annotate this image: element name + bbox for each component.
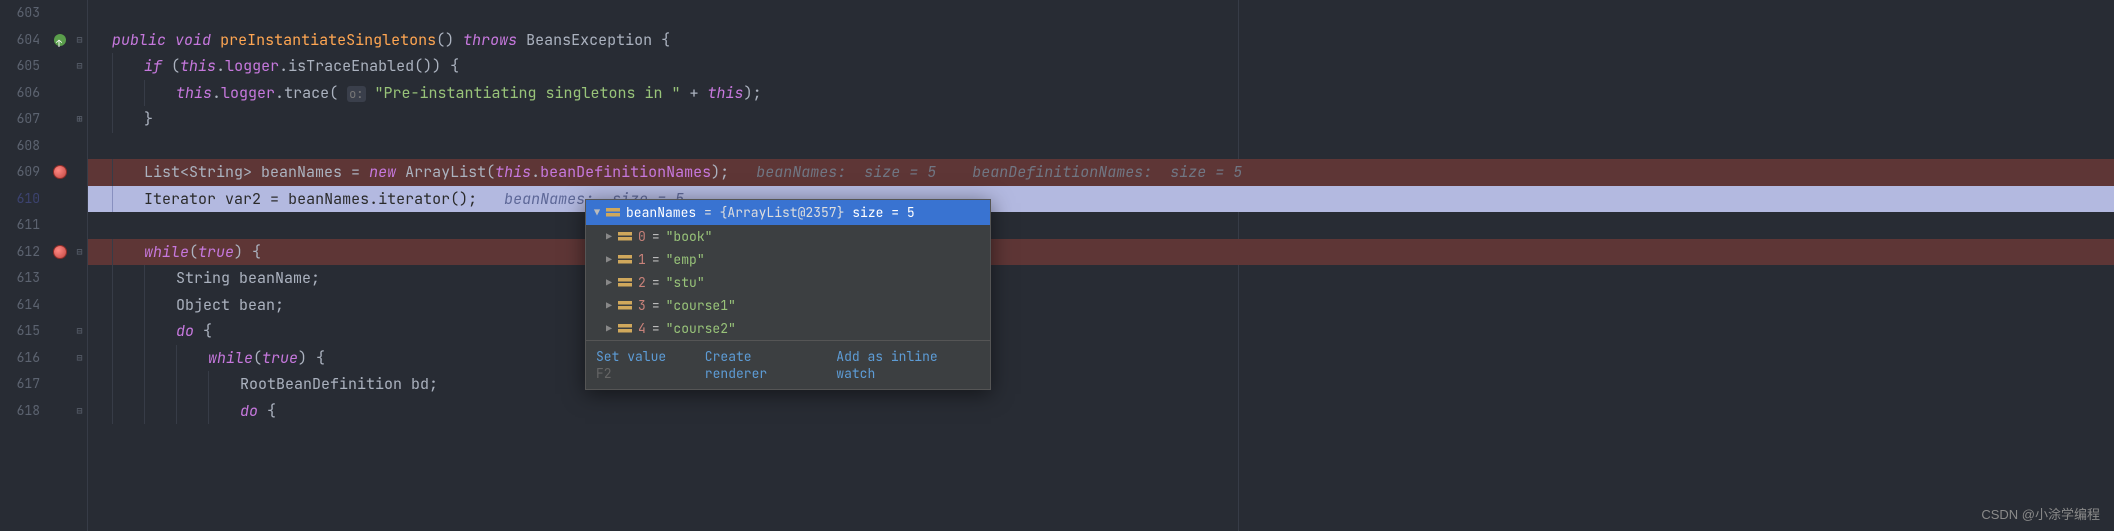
line-number[interactable]: 612	[0, 239, 40, 266]
chevron-right-icon[interactable]: ▶	[606, 253, 612, 266]
line-number[interactable]: 610	[0, 186, 40, 213]
line-number[interactable]: 605	[0, 53, 40, 80]
breakpoint-icon[interactable]	[53, 165, 67, 179]
variable-icon	[618, 232, 632, 242]
fold-collapse-icon[interactable]: ⊟	[76, 239, 82, 266]
code-line[interactable]	[88, 133, 2114, 160]
set-value-action[interactable]: Set value F2	[596, 348, 687, 382]
fold-collapse-icon[interactable]: ⊟	[76, 53, 82, 80]
line-numbers: 603 604 605 606 607 608 609 610 611 612 …	[0, 0, 48, 531]
line-number[interactable]: 616	[0, 345, 40, 372]
breakpoint-icon[interactable]	[53, 245, 67, 259]
add-inline-watch-action[interactable]: Add as inline watch	[836, 348, 980, 382]
variable-icon	[618, 278, 632, 288]
code-editor: 603 604 605 606 607 608 609 610 611 612 …	[0, 0, 2114, 531]
gutter-icons	[48, 0, 72, 531]
line-number[interactable]: 617	[0, 371, 40, 398]
inlay-hint: beanDefinitionNames: size = 5	[972, 162, 1242, 182]
code-line[interactable]: do {	[88, 398, 2114, 425]
fold-expand-icon[interactable]: ⊞	[76, 106, 82, 133]
fold-collapse-icon[interactable]: ⊟	[76, 345, 82, 372]
chevron-down-icon[interactable]: ▼	[594, 206, 600, 219]
variable-icon	[606, 208, 620, 218]
code-line-current[interactable]: Iterator var2 = beanNames.iterator(); be…	[88, 186, 2114, 213]
line-number[interactable]: 611	[0, 212, 40, 239]
line-number[interactable]: 607	[0, 106, 40, 133]
line-number[interactable]: 603	[0, 0, 40, 27]
fold-collapse-icon[interactable]: ⊟	[76, 398, 82, 425]
line-number[interactable]: 604	[0, 27, 40, 54]
line-number[interactable]: 618	[0, 398, 40, 425]
code-line[interactable]: }	[88, 106, 2114, 133]
code-line[interactable]: String beanName;	[88, 265, 2114, 292]
line-number[interactable]: 614	[0, 292, 40, 319]
chevron-right-icon[interactable]: ▶	[606, 322, 612, 335]
code-line-breakpoint[interactable]: while(true) {	[88, 239, 2114, 266]
code-line[interactable]: do {	[88, 318, 2114, 345]
parameter-hint: o:	[347, 86, 365, 102]
code-area[interactable]: public void preInstantiateSingletons() t…	[88, 0, 2114, 531]
chevron-right-icon[interactable]: ▶	[606, 276, 612, 289]
code-line[interactable]: if (this.logger.isTraceEnabled()) {	[88, 53, 2114, 80]
popup-item[interactable]: ▶ 0 = "book"	[586, 225, 990, 248]
code-line[interactable]	[88, 212, 2114, 239]
popup-item[interactable]: ▶ 3 = "course1"	[586, 294, 990, 317]
create-renderer-action[interactable]: Create renderer	[705, 348, 818, 382]
variable-icon	[618, 255, 632, 265]
debug-value-popup: ▼ beanNames = {ArrayList@2357} size = 5 …	[585, 199, 991, 390]
chevron-right-icon[interactable]: ▶	[606, 230, 612, 243]
line-number[interactable]: 606	[0, 80, 40, 107]
code-line[interactable]: public void preInstantiateSingletons() t…	[88, 27, 2114, 54]
gutter: 603 604 605 606 607 608 609 610 611 612 …	[0, 0, 88, 531]
code-line-breakpoint[interactable]: List<String> beanNames = new ArrayList(t…	[88, 159, 2114, 186]
line-number[interactable]: 608	[0, 133, 40, 160]
watermark: CSDN @小涂学编程	[1981, 504, 2100, 523]
code-line[interactable]: RootBeanDefinition bd;	[88, 371, 2114, 398]
popup-footer: Set value F2 Create renderer Add as inli…	[586, 340, 990, 389]
popup-item[interactable]: ▶ 2 = "stu"	[586, 271, 990, 294]
popup-item[interactable]: ▶ 4 = "course2"	[586, 317, 990, 340]
popup-item[interactable]: ▶ 1 = "emp"	[586, 248, 990, 271]
code-line[interactable]: Object bean;	[88, 292, 2114, 319]
override-marker-icon[interactable]	[54, 34, 66, 46]
fold-column: ⊟ ⊟ ⊞ ⊟ ⊟ ⊟ ⊟	[72, 0, 88, 531]
inlay-hint: beanNames: size = 5	[756, 162, 936, 182]
line-number[interactable]: 609	[0, 159, 40, 186]
popup-header[interactable]: ▼ beanNames = {ArrayList@2357} size = 5	[586, 200, 990, 225]
variable-icon	[618, 301, 632, 311]
chevron-right-icon[interactable]: ▶	[606, 299, 612, 312]
line-number[interactable]: 613	[0, 265, 40, 292]
code-line[interactable]: while(true) {	[88, 345, 2114, 372]
code-line[interactable]: this.logger.trace( o: "Pre-instantiating…	[88, 80, 2114, 107]
code-line[interactable]	[88, 0, 2114, 27]
fold-collapse-icon[interactable]: ⊟	[76, 318, 82, 345]
variable-icon	[618, 324, 632, 334]
fold-collapse-icon[interactable]: ⊟	[76, 27, 82, 54]
line-number[interactable]: 615	[0, 318, 40, 345]
